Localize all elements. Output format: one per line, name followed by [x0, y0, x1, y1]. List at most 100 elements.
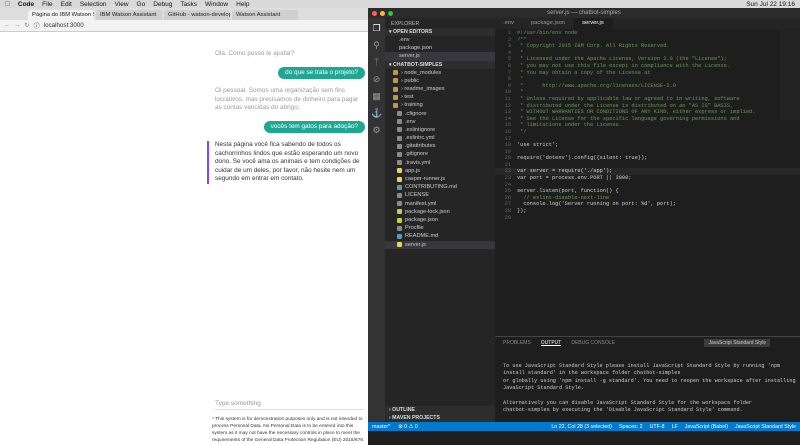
project-section[interactable]: ▾ CHATBOT-SIMPLES — [385, 60, 495, 69]
maximize-window-icon[interactable] — [388, 11, 393, 16]
user-message: do que se trata o projeto? — [278, 66, 365, 79]
line-number: 12 — [504, 102, 511, 109]
editor-tab[interactable]: package.json — [523, 18, 575, 29]
file-tree-item[interactable]: › node_modules — [385, 69, 495, 77]
browser-tab[interactable]: IBM Watson Assistant — [96, 10, 162, 20]
file-tree-item[interactable]: README.md — [385, 232, 495, 240]
file-label: .gitattributes — [405, 143, 436, 150]
url-text[interactable]: localhost:3000 — [44, 22, 84, 29]
file-tree-item[interactable]: LICENSE — [385, 191, 495, 199]
file-tree-item[interactable]: .eslintignore — [385, 126, 495, 134]
file-tree-item[interactable]: app.js — [385, 167, 495, 175]
minimap[interactable] — [780, 30, 800, 120]
open-editors-section[interactable]: ▾ OPEN EDITORS — [385, 28, 495, 36]
file-tree-item[interactable]: .eslintrc.yml — [385, 134, 495, 142]
code-editor[interactable]: .env package.json server.js 1 #!/usr/bin/en… — [495, 18, 800, 336]
editor-tab[interactable]: server.js — [574, 18, 613, 29]
file-tree-item[interactable]: .travis.yml — [385, 159, 495, 167]
app-menu[interactable]: Code — [18, 1, 34, 8]
debug-icon[interactable]: ⊘ — [371, 74, 382, 85]
remote-icon[interactable]: ⚙ — [371, 125, 382, 136]
code-line: 18 'use strict'; — [495, 142, 800, 149]
outline-section[interactable]: › OUTLINE — [385, 406, 495, 414]
file-tree-item[interactable]: › public — [385, 77, 495, 85]
line-ending[interactable]: LF — [672, 424, 678, 430]
file-icon — [397, 209, 402, 215]
problems-count[interactable]: ⊗ 0 ⚠ 0 — [398, 424, 418, 430]
file-tree-item[interactable]: package.json — [385, 216, 495, 224]
menu-item-debug[interactable]: Debug — [153, 1, 172, 8]
panel-tab[interactable]: PROBLEMS — [503, 340, 531, 346]
file-tree-item[interactable]: .env — [385, 118, 495, 126]
lint-status[interactable]: JavaScript Standard Style — [735, 424, 796, 430]
explorer-header: EXPLORER — [391, 21, 420, 27]
menu-item-window[interactable]: Window — [205, 1, 228, 8]
file-tree-item[interactable]: › training — [385, 101, 495, 109]
menu-item-file[interactable]: File — [42, 1, 52, 8]
menu-item-tasks[interactable]: Tasks — [180, 1, 197, 8]
file-tree-item[interactable]: manifest.yml — [385, 200, 495, 208]
browser-tab-strip: Página do IBM Watson ServiceIBM Watson A… — [0, 8, 368, 20]
menu-item-view[interactable]: View — [115, 1, 129, 8]
menu-item-edit[interactable]: Edit — [61, 1, 72, 8]
file-icon — [397, 201, 402, 207]
language-mode[interactable]: JavaScript (Babel) — [685, 424, 728, 430]
line-text: 'use strict'; — [517, 142, 559, 149]
file-tree-item[interactable]: server.js — [385, 240, 495, 249]
file-tree-item[interactable]: casper-runner.js — [385, 175, 495, 183]
minimize-window-icon[interactable] — [380, 11, 385, 16]
chat-input[interactable]: Type something — [215, 400, 365, 410]
browser-tab[interactable]: GitHub - watson-developer-cl... — [164, 10, 230, 20]
open-editor-item[interactable]: .env — [385, 36, 495, 44]
menu-item-go[interactable]: Go — [137, 1, 146, 8]
search-icon[interactable]: ⚲ — [371, 40, 382, 51]
file-label: › public — [401, 77, 420, 84]
extensions-icon[interactable]: ▦ — [371, 91, 382, 102]
menu-item-help[interactable]: Help — [236, 1, 249, 8]
files-icon[interactable]: ❐ — [371, 23, 382, 34]
file-tree-item[interactable]: › readme_images — [385, 85, 495, 93]
open-editor-item[interactable]: server.js — [385, 52, 495, 61]
panel-tab[interactable]: OUTPUT — [540, 340, 562, 346]
file-label: .cfignore — [405, 110, 427, 117]
reload-icon[interactable]: ↻ — [24, 22, 29, 29]
git-branch[interactable]: master* — [372, 424, 390, 430]
panel-tab[interactable]: DEBUG CONSOLE — [571, 340, 615, 346]
disclaimer-text: * This system is for demonstration purpo… — [212, 417, 365, 443]
menubar-clock: Sun Jul 22 19:16 — [746, 0, 795, 8]
file-tree-item[interactable]: .cfignore — [385, 110, 495, 118]
line-number: 2 — [507, 36, 511, 43]
file-tree-item[interactable]: .gitignore — [385, 150, 495, 158]
file-tree-item[interactable]: Procfile — [385, 224, 495, 232]
open-editor-item[interactable]: package.json — [385, 44, 495, 52]
indentation[interactable]: Spaces: 2 — [619, 424, 643, 430]
file-tree-item[interactable]: › test — [385, 93, 495, 101]
docker-icon[interactable]: ⚓ — [371, 108, 382, 119]
line-text: */ — [517, 128, 527, 135]
forward-icon[interactable]: → — [14, 22, 20, 29]
encoding[interactable]: UTF-8 — [650, 424, 665, 430]
file-tree-item[interactable]: CONTRIBUTING.md — [385, 183, 495, 191]
browser-tab[interactable]: Watson Assistant — [232, 10, 298, 20]
output-channel-select[interactable]: JavaScript Standard Style — [704, 339, 770, 347]
menu-item-selection[interactable]: Selection — [80, 1, 107, 8]
line-number: 23 — [504, 175, 511, 182]
maven-section[interactable]: › MAVEN PROJECTS — [385, 414, 495, 422]
apple-icon[interactable]:  — [5, 1, 10, 8]
address-bar[interactable]: ← → ↻ ⓘ localhost:3000 — [0, 20, 368, 32]
dock-area — [368, 431, 800, 445]
vscode-titlebar: server.js — chatbot-simples — [368, 8, 800, 18]
browser-tab[interactable]: Página do IBM Watson Service — [28, 10, 94, 20]
file-tree-item[interactable]: .gitattributes — [385, 142, 495, 150]
close-window-icon[interactable] — [372, 11, 377, 16]
cursor-position[interactable]: Ln 22, Col 28 (3 selected) — [551, 424, 612, 430]
code-lines[interactable]: 1 #!/usr/bin/env node 2/** 3 * Copyright 20… — [495, 30, 800, 221]
file-label: .env — [399, 37, 410, 43]
editor-tab[interactable]: .env — [495, 18, 523, 29]
line-number: 21 — [504, 161, 511, 168]
line-number: 27 — [504, 201, 511, 208]
chat-conversation: Olá. Como posso te ajudar? do que se trat… — [207, 50, 365, 192]
source-control-icon[interactable]: ᛉ — [371, 57, 382, 68]
back-icon[interactable]: ← — [4, 22, 10, 29]
file-tree-item[interactable]: package-lock.json — [385, 208, 495, 216]
